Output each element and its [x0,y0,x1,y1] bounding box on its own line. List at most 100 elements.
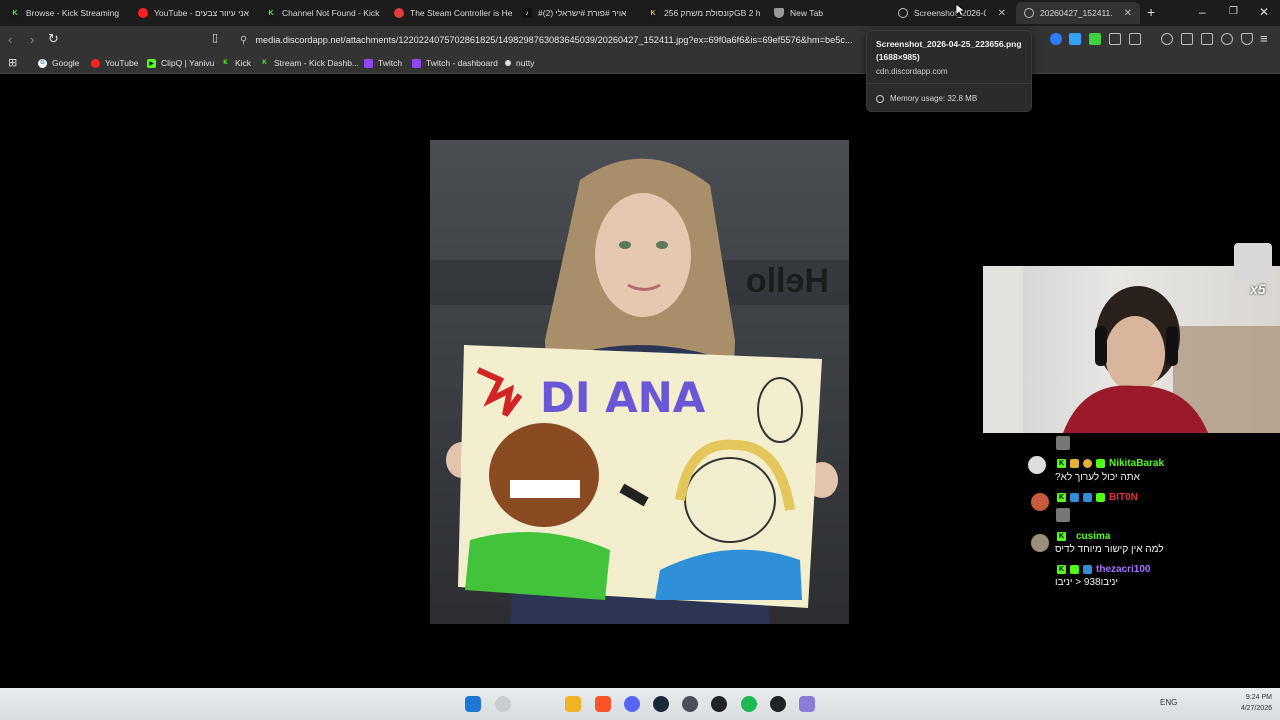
og-badge-icon [1070,565,1079,574]
language-indicator[interactable]: ENG [1160,698,1177,707]
bookmark-label: nutty [516,58,535,68]
music-icon[interactable] [1161,33,1173,45]
shield-icon[interactable] [1241,33,1253,45]
tab-tiktok[interactable]: ♪ #אויר #פורת #ישראלי (2) [514,2,640,24]
leo-icon[interactable] [1221,33,1233,45]
badge-cat-icon [1234,243,1272,281]
kick-icon: K [1057,532,1066,541]
globe-icon [898,8,908,18]
bookmark-label: Twitch - dashboard [426,58,498,68]
close-window-icon[interactable]: ✕ [1259,5,1269,19]
background-logo: Hello [746,262,829,300]
apps-grid-icon[interactable]: ⊞ [8,56,17,69]
chat-emote [1056,508,1070,522]
youtube-icon [91,58,100,68]
taskbar: ENG 9:24 PM 4/27/2026 [0,688,1280,720]
tab-active-image[interactable]: 20260427_152411.jpg ✕ [1016,2,1140,24]
extension-icon[interactable] [1089,33,1101,45]
discord-icon[interactable] [624,696,640,712]
search-icon[interactable] [495,696,511,712]
tab-title: Browse - Kick Streaming [26,8,120,18]
restore-icon[interactable]: ❐ [1229,6,1238,17]
tab-title: Screenshot_2026-04- [914,8,986,18]
close-tab-icon[interactable]: ✕ [1124,8,1132,19]
windows-start-icon[interactable] [465,696,481,712]
badge-multiplier: x5 [1250,281,1266,297]
bookmark-youtube[interactable]: YouTube [91,58,138,68]
obs-icon[interactable] [711,696,727,712]
screenshot-icon[interactable] [1129,33,1141,45]
kick-icon: K [266,8,276,18]
bookmark-google[interactable]: G Google [38,58,79,68]
chat-username: cusima [1076,531,1111,542]
globe-icon [1024,8,1034,18]
bookmark-clipq[interactable]: ▶ ClipQ | Yanivu [147,58,214,68]
bookmark-label: YouTube [105,58,139,68]
system-clock[interactable]: 9:24 PM 4/27/2026 [1241,692,1272,714]
clock-time: 9:24 PM [1245,694,1272,701]
tab-console[interactable]: K קונסולת משחק 256GB 2 h [640,2,766,24]
chat-message-header: K cusima [1057,531,1110,542]
crown-badge-icon [1070,459,1079,468]
bookmark-label: Google [52,58,80,68]
app-icon[interactable] [799,696,815,712]
bookmark-twitch[interactable]: Twitch [364,58,402,68]
extension-icon[interactable] [1050,33,1062,45]
close-tab-icon[interactable]: ✕ [998,8,1006,19]
menu-icon[interactable]: ≡ [1260,31,1268,46]
chat-message-header: K thezacri100 [1057,564,1150,575]
bookmark-nutty[interactable]: nutty [505,58,534,68]
youtube-icon [394,8,404,18]
tab-title: #אויר #פורת #ישראלי (2) [538,8,627,18]
face-shape [595,193,691,317]
chat-username: thezacri100 [1096,564,1151,575]
file-explorer-icon[interactable] [565,696,581,712]
url-text: media.discordapp.net/attachments/1220224… [255,35,853,45]
tab-steam-controller[interactable]: The Steam Controller is He [386,2,512,24]
spotify-icon[interactable] [741,696,757,712]
sign-drawing-face [489,423,599,527]
puzzle-icon[interactable] [1109,33,1121,45]
tab-youtube-colorblind[interactable]: YouTube - אני עיוור צבעים [130,2,256,24]
tab-screenshot[interactable]: Screenshot_2026-04- ✕ [890,2,1014,24]
wallet-icon[interactable] [1201,33,1213,45]
tab-title: The Steam Controller is He [410,8,512,18]
reload-icon[interactable]: ↻ [48,31,59,47]
sidebar-icon[interactable] [1181,33,1193,45]
tab-kick-browse[interactable]: K Browse - Kick Streaming [2,2,128,24]
eye-left [619,241,631,249]
bookmark-kick-dashboard[interactable]: K Stream - Kick Dashb... [260,58,359,68]
settings-icon[interactable] [682,696,698,712]
vip-badge-icon [1070,493,1079,502]
hover-card-dimensions: (1688×985) [876,52,920,62]
forward-icon[interactable]: › [30,32,34,47]
sign-drawing-shirt [465,532,610,600]
back-icon[interactable]: ‹ [8,32,12,47]
kick-icon: K [1057,493,1066,502]
bookmark-icon[interactable]: ▯ [212,31,218,44]
extension-icon[interactable] [1069,33,1081,45]
tab-new-tab[interactable]: New Tab [766,2,892,24]
chat-username: BIT0N [1109,492,1138,503]
chat-avatar [1031,534,1049,552]
clipq-icon: ▶ [147,58,156,68]
brave-icon[interactable] [595,696,611,712]
steam-icon[interactable] [653,696,669,712]
bookmark-twitch-dashboard[interactable]: Twitch - dashboard [412,58,498,68]
mouse-cursor-icon [955,3,965,17]
address-bar[interactable]: ⚲ media.discordapp.net/attachments/12202… [232,29,867,51]
browser-toolbar: ‹ › ↻ ▯ ⚲ media.discordapp.net/attachmen… [0,26,1280,54]
divider [867,83,1031,84]
tab-kick-channel-not-found[interactable]: K Channel Not Found - Kick [258,2,384,24]
site-info-icon[interactable]: ⚲ [240,35,247,46]
kick-icon: K [10,8,20,18]
streamer-face [1105,316,1165,392]
tab-title: YouTube - אני עיוור צבעים [154,8,249,18]
bookmark-kick[interactable]: K Kick [221,58,251,68]
minimize-icon[interactable]: – [1199,5,1206,19]
new-tab-icon[interactable]: + [1147,4,1155,20]
clock-date: 4/27/2026 [1240,705,1272,712]
chat-username: NikitaBarak [1109,458,1165,469]
app-icon[interactable] [770,696,786,712]
tab-title: 20260427_152411.jpg [1040,8,1112,18]
